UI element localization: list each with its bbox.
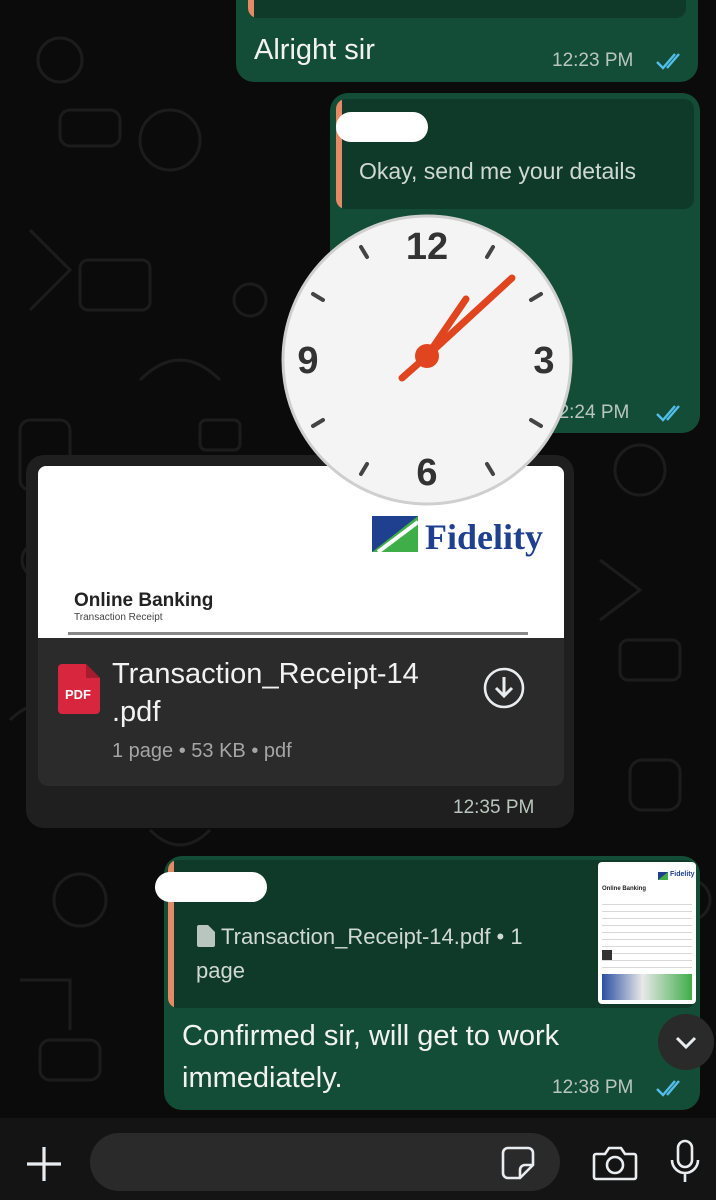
clock-number-6: 6 (416, 452, 437, 494)
preview-divider (68, 632, 528, 635)
quoted-reply-remnant (248, 0, 686, 18)
preview-subtitle: Transaction Receipt (74, 612, 163, 623)
brand-name: Fidelity (425, 517, 543, 557)
clock-number-12: 12 (406, 226, 448, 268)
camera-icon[interactable] (592, 1144, 638, 1182)
preview-title: Online Banking (74, 590, 214, 611)
clock-number-3: 3 (533, 340, 554, 382)
pdf-badge: PDF (65, 687, 91, 702)
file-name-extension: .pdf (112, 696, 161, 728)
message-text-continued: immediately. (182, 1062, 343, 1094)
thumbnail-brand: Fidelity (670, 871, 695, 878)
double-check-icon (656, 53, 680, 70)
quote-accent-bar (248, 0, 254, 18)
message-text: Confirmed sir, will get to work (182, 1020, 560, 1052)
thumbnail-lines (602, 898, 692, 968)
thumbnail-banner (602, 974, 692, 1000)
fidelity-logo-icon (658, 872, 668, 880)
message-input[interactable] (90, 1133, 560, 1191)
redacted-name (155, 872, 267, 902)
download-icon[interactable] (482, 666, 526, 710)
plus-icon[interactable] (24, 1144, 64, 1184)
fidelity-logo-icon (372, 516, 418, 552)
file-meta: 1 page • 53 KB • pdf (112, 740, 292, 762)
redacted-name (336, 112, 428, 142)
scroll-to-bottom-button[interactable] (658, 1014, 714, 1070)
quoted-text: Okay, send me your details (359, 158, 636, 184)
thumbnail-title: Online Banking (602, 886, 647, 892)
thumbnail-qr (602, 950, 612, 960)
quoted-file-name: Transaction_Receipt-14.pdf • 1 (221, 924, 523, 949)
document-thumbnail[interactable]: Fidelity Online Banking (598, 862, 696, 1004)
clock-number-9: 9 (297, 340, 318, 382)
document-row[interactable]: PDF Transaction_Receipt-14 .pdf 1 page •… (38, 638, 564, 786)
message-text: Alright sir (254, 34, 375, 66)
message-time: 12:35 PM (453, 797, 535, 818)
chevron-down-icon (675, 1036, 697, 1050)
double-check-icon (656, 1080, 680, 1097)
double-check-icon (656, 405, 680, 422)
sticker-icon[interactable] (500, 1145, 536, 1181)
clock-icon: 12 3 6 9 (281, 214, 573, 506)
file-icon (197, 925, 215, 947)
file-name: Transaction_Receipt-14 (112, 658, 419, 690)
microphone-icon[interactable] (668, 1138, 702, 1186)
quoted-file-pages: page (196, 958, 245, 983)
message-time: 12:23 PM (552, 50, 634, 71)
message-time: 12:38 PM (552, 1077, 634, 1098)
